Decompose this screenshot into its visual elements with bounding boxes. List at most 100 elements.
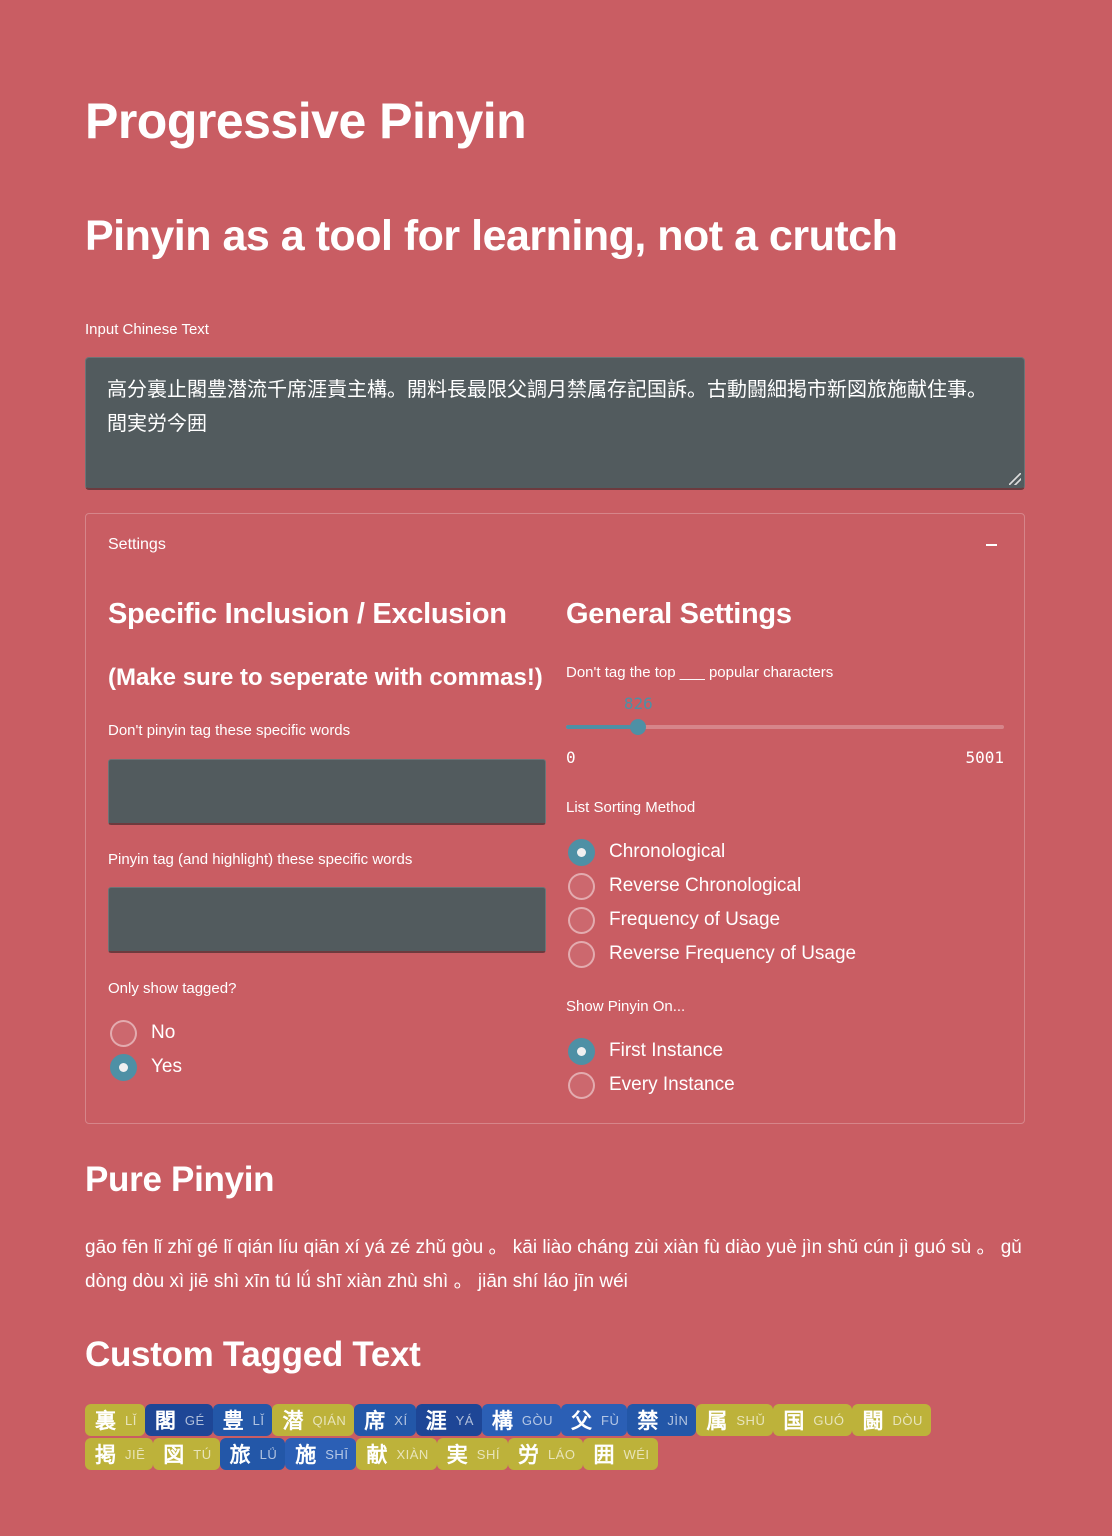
- tag-hanzi: 掲: [95, 1443, 116, 1467]
- tagged-character: 属 shǔ: [696, 1404, 774, 1436]
- tag-hanzi: 属: [706, 1409, 728, 1433]
- radio-label: Reverse Chronological: [609, 875, 802, 896]
- tag-pinyin: xí: [394, 1412, 408, 1428]
- tagged-character: 豊 lǐ: [212, 1404, 273, 1436]
- exclude-words-input[interactable]: [108, 759, 546, 825]
- tag-pinyin: lǘ: [259, 1446, 278, 1462]
- tag-pinyin: qián: [312, 1412, 347, 1428]
- radio-label: Frequency of Usage: [609, 909, 781, 930]
- settings-header[interactable]: Settings: [108, 536, 166, 554]
- tag-pinyin: wéi: [623, 1446, 650, 1462]
- radio-label: First Instance: [609, 1040, 724, 1061]
- tag-pinyin: láo: [547, 1446, 576, 1462]
- radio-option-yes[interactable]: Yes: [108, 1050, 182, 1084]
- tag-pinyin: lǐ: [252, 1412, 265, 1428]
- include-words-input[interactable]: [108, 887, 546, 953]
- only-tagged-label: Only show tagged?: [108, 980, 237, 997]
- slider-label: Don't tag the top ___ popular characters: [566, 664, 834, 681]
- radio-label: Every Instance: [609, 1074, 735, 1095]
- radio-button-checked[interactable]: [568, 838, 595, 866]
- only-tagged-radio-group: No Yes: [108, 1016, 182, 1084]
- tagged-character: 潜 qián: [272, 1404, 355, 1436]
- radio-option-no[interactable]: No: [108, 1016, 182, 1050]
- tag-pinyin: gòu: [521, 1412, 554, 1428]
- tag-pinyin: shī: [325, 1446, 349, 1462]
- minus-icon[interactable]: [982, 532, 1002, 552]
- tag-hanzi: 豊: [222, 1409, 244, 1433]
- tag-pinyin: gé: [184, 1412, 205, 1428]
- tagged-character: 献 xiàn: [356, 1438, 437, 1470]
- settings-expander: Settings Specific Inclusion / Exclusion …: [85, 513, 1025, 1124]
- tag-pinyin: shǔ: [736, 1412, 766, 1428]
- radio-button[interactable]: [568, 1071, 595, 1099]
- custom-tagged-heading: Custom Tagged Text: [85, 1335, 421, 1374]
- radio-label: No: [151, 1022, 176, 1043]
- radio-option-reverse-chronological[interactable]: Reverse Chronological: [566, 869, 856, 903]
- radio-option-reverse-frequency[interactable]: Reverse Frequency of Usage: [566, 937, 856, 971]
- include-words-label: Pinyin tag (and highlight) these specifi…: [108, 851, 413, 868]
- tagged-character: 父 fù: [561, 1404, 628, 1436]
- tag-pinyin: guó: [813, 1412, 845, 1428]
- tag-hanzi: 闘: [862, 1409, 884, 1433]
- tagged-text-container: 裏 lǐ 閣 gé 豊 lǐ 潜 qián 席 xí 涯 yá 構 gòu 父 fù 禁 jìn 属 shǔ 国 guó 闘…: [85, 1404, 997, 1470]
- tag-hanzi: 涯: [425, 1409, 447, 1433]
- tagged-character: 囲 wéi: [583, 1438, 658, 1470]
- tagged-character: 闘 dòu: [852, 1404, 931, 1436]
- radio-button-checked[interactable]: [110, 1053, 137, 1081]
- tagged-character: 構 gòu: [481, 1404, 562, 1436]
- tag-pinyin: shí: [476, 1446, 500, 1462]
- show-pinyin-radio-group: First Instance Every Instance: [566, 1034, 735, 1102]
- chinese-text-input[interactable]: 高分裏止閣豊潜流千席涯責主構。開料長最限父調月禁属存記国訴。古動闘細掲市新図旅施…: [85, 357, 1025, 490]
- tag-hanzi: 席: [364, 1409, 386, 1433]
- tag-hanzi: 囲: [593, 1443, 615, 1467]
- page-subtitle: Pinyin as a tool for learning, not a cru…: [85, 212, 898, 260]
- exclude-words-label: Don't pinyin tag these specific words: [108, 722, 351, 739]
- pure-pinyin-heading: Pure Pinyin: [85, 1160, 275, 1199]
- sorting-label: List Sorting Method: [566, 799, 696, 816]
- tag-hanzi: 実: [446, 1443, 468, 1467]
- chinese-text-value: 高分裏止閣豊潜流千席涯責主構。開料長最限父調月禁属存記国訴。古動闘細掲市新図旅施…: [107, 377, 987, 435]
- slider-value: 826: [623, 694, 653, 713]
- tagged-character: 旅 lǘ: [219, 1438, 286, 1470]
- slider-min: 0: [566, 748, 576, 767]
- tag-hanzi: 潜: [282, 1409, 304, 1433]
- radio-label: Reverse Frequency of Usage: [609, 943, 857, 964]
- tagged-character: 閣 gé: [144, 1404, 213, 1436]
- tagged-character: 禁 jìn: [627, 1404, 697, 1436]
- slider-thumb[interactable]: [630, 719, 647, 735]
- slider-max: 5001: [965, 748, 1004, 767]
- radio-option-chronological[interactable]: Chronological: [566, 835, 856, 869]
- radio-option-frequency[interactable]: Frequency of Usage: [566, 903, 856, 937]
- tagged-character: 図 tú: [153, 1438, 220, 1470]
- radio-button[interactable]: [568, 872, 595, 900]
- slider-fill: [566, 725, 639, 729]
- show-pinyin-label: Show Pinyin On...: [566, 998, 686, 1015]
- radio-label: Chronological: [609, 841, 726, 862]
- inclusion-exclusion-heading: Specific Inclusion / Exclusion: [108, 598, 507, 630]
- tag-hanzi: 裏: [95, 1409, 116, 1433]
- radio-button[interactable]: [568, 940, 595, 968]
- tag-pinyin: jiē: [125, 1446, 146, 1462]
- tag-pinyin: yá: [455, 1412, 474, 1428]
- resize-handle-icon[interactable]: [1009, 473, 1021, 485]
- tagged-character: 施 shī: [285, 1438, 357, 1470]
- tag-hanzi: 禁: [637, 1409, 659, 1433]
- tag-pinyin: fù: [601, 1412, 620, 1428]
- commas-note: (Make sure to seperate with commas!): [108, 664, 543, 691]
- radio-button[interactable]: [568, 906, 595, 934]
- pure-pinyin-text: gāo fēn lǐ zhǐ gé lǐ qián líu qiān xí yá…: [85, 1237, 1022, 1292]
- tagged-character: 労 láo: [507, 1438, 584, 1470]
- radio-button-checked[interactable]: [568, 1037, 595, 1065]
- tag-pinyin: tú: [193, 1446, 212, 1462]
- tag-hanzi: 閣: [154, 1409, 176, 1433]
- tagged-character: 席 xí: [354, 1404, 416, 1436]
- popular-characters-slider[interactable]: 826: [566, 694, 1004, 735]
- tag-hanzi: 労: [517, 1443, 539, 1467]
- sorting-radio-group: Chronological Reverse Chronological Freq…: [566, 835, 856, 971]
- radio-button[interactable]: [110, 1019, 137, 1047]
- page-title: Progressive Pinyin: [85, 93, 527, 149]
- tag-pinyin: lǐ: [125, 1412, 137, 1428]
- tag-pinyin: xiàn: [396, 1446, 429, 1462]
- radio-option-first-instance[interactable]: First Instance: [566, 1034, 735, 1068]
- radio-option-every-instance[interactable]: Every Instance: [566, 1068, 735, 1102]
